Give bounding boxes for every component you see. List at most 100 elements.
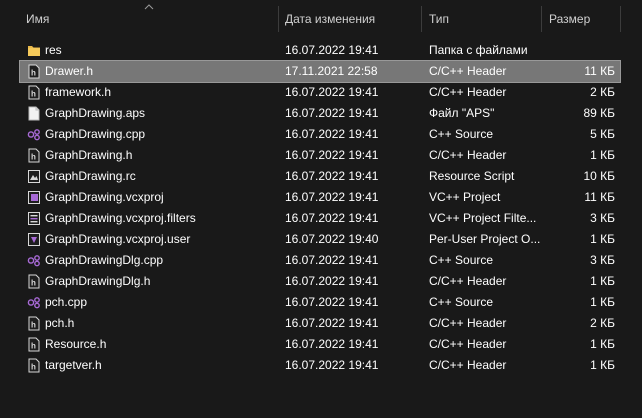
file-size: 11 КБ: [584, 190, 615, 204]
file-date-modified: 16.07.2022 19:41: [285, 106, 379, 120]
header-file-icon: h: [27, 64, 41, 79]
file-size: [544, 40, 615, 61]
file-row[interactable]: res 16.07.2022 19:41 Папка с файлами: [20, 40, 620, 61]
file-row[interactable]: GraphDrawingDlg.cpp 16.07.2022 19:41 C++ S…: [20, 250, 620, 271]
file-name: GraphDrawingDlg.h: [45, 274, 151, 288]
file-type: C/C++ Header: [429, 358, 507, 372]
file-type: C/C++ Header: [429, 64, 507, 78]
file-date-modified: 16.07.2022 19:41: [285, 43, 379, 57]
file-date-modified: 16.07.2022 19:40: [285, 232, 379, 246]
file-name: GraphDrawing.vcxproj: [45, 190, 164, 204]
file-row[interactable]: h framework.h 16.07.2022 19:41 C/C++ Header…: [20, 82, 620, 103]
file-type: VC++ Project: [429, 190, 501, 204]
file-date-modified: 16.07.2022 19:41: [285, 190, 379, 204]
file-size: 89 КБ: [583, 106, 615, 120]
column-header-name[interactable]: Имя: [20, 0, 275, 37]
file-row[interactable]: GraphDrawing.vcxproj.user 16.07.2022 19:4…: [20, 229, 620, 250]
file-size: 1 КБ: [590, 148, 615, 162]
column-header-size-label: Размер: [549, 11, 591, 26]
file-row[interactable]: h Resource.h 16.07.2022 19:41 C/C++ Header 1…: [20, 334, 620, 355]
file-size: 1 КБ: [590, 358, 615, 372]
file-type: Файл "APS": [429, 106, 495, 120]
column-header-date[interactable]: Дата изменения: [279, 0, 419, 37]
file-row[interactable]: h GraphDrawing.h 16.07.2022 19:41 C/C++ Hea…: [20, 145, 620, 166]
column-divider[interactable]: [541, 6, 542, 32]
vcxproj-icon: [27, 190, 41, 205]
file-name: GraphDrawing.rc: [45, 169, 136, 183]
file-type: VC++ Project Filte...: [429, 211, 537, 225]
file-name: pch.h: [45, 316, 75, 330]
file-row[interactable]: GraphDrawing.vcxproj.filters 16.07.2022 1…: [20, 208, 620, 229]
file-date-modified: 16.07.2022 19:41: [285, 316, 379, 330]
file-size: 1 КБ: [590, 232, 615, 246]
column-header-date-label: Дата изменения: [285, 11, 376, 26]
column-header-bar: Имя Дата изменения Тип Размер: [0, 0, 642, 37]
vcxproj-user-icon: [27, 232, 41, 247]
file-date-modified: 16.07.2022 19:41: [285, 295, 379, 309]
svg-text:h: h: [31, 342, 36, 351]
column-header-size[interactable]: Размер: [543, 0, 618, 37]
file-date-modified: 16.07.2022 19:41: [285, 358, 379, 372]
file-size: 10 КБ: [583, 169, 615, 183]
column-divider[interactable]: [421, 6, 422, 32]
file-date-modified: 17.11.2021 22:58: [285, 64, 378, 78]
file-name: GraphDrawing.h: [45, 148, 133, 162]
file-row[interactable]: GraphDrawing.rc 16.07.2022 19:41 Resource …: [20, 166, 620, 187]
file-date-modified: 16.07.2022 19:41: [285, 211, 379, 225]
file-name: Drawer.h: [45, 64, 94, 78]
file-explorer-details-view: { "columns": { "name": "Имя", "date": "Д…: [0, 0, 642, 418]
vcxproj-filters-icon: [27, 211, 41, 226]
file-type: C++ Source: [429, 127, 494, 141]
file-row-selected[interactable]: h Drawer.h 17.11.2021 22:58 C/C++ Header 11 …: [19, 60, 621, 83]
file-type: Per-User Project O...: [429, 232, 541, 246]
file-size: 3 КБ: [590, 253, 615, 267]
header-file-icon: h: [27, 358, 41, 373]
file-size: 1 КБ: [590, 274, 615, 288]
header-file-icon: h: [27, 337, 41, 352]
file-row[interactable]: h GraphDrawingDlg.h 16.07.2022 19:41 C/C++ …: [20, 271, 620, 292]
file-size: 1 КБ: [590, 295, 615, 309]
header-file-icon: h: [27, 148, 41, 163]
file-row[interactable]: GraphDrawing.cpp 16.07.2022 19:41 C++ Sour…: [20, 124, 620, 145]
file-row[interactable]: pch.cpp 16.07.2022 19:41 C++ Source 1 КБ: [20, 292, 620, 313]
column-header-type[interactable]: Тип: [423, 0, 539, 37]
file-name: Resource.h: [45, 337, 107, 351]
file-name: targetver.h: [45, 358, 102, 372]
svg-text:h: h: [31, 363, 36, 372]
svg-text:h: h: [31, 321, 36, 330]
file-type: C++ Source: [429, 253, 494, 267]
file-row[interactable]: GraphDrawing.vcxproj 16.07.2022 19:41 VC++…: [20, 187, 620, 208]
file-type: C/C++ Header: [429, 148, 507, 162]
header-file-icon: h: [27, 274, 41, 289]
cpp-source-icon: [27, 253, 41, 268]
file-type: C/C++ Header: [429, 337, 507, 351]
file-row[interactable]: h targetver.h 16.07.2022 19:41 C/C++ Header…: [20, 355, 620, 376]
column-header-name-label: Имя: [26, 11, 50, 26]
file-size: 1 КБ: [590, 337, 615, 351]
file-row[interactable]: GraphDrawing.aps 16.07.2022 19:41 Файл "AP…: [20, 103, 620, 124]
file-name: GraphDrawing.cpp: [45, 127, 146, 141]
file-date-modified: 16.07.2022 19:41: [285, 169, 379, 183]
file-date-modified: 16.07.2022 19:41: [285, 85, 379, 99]
file-type: C/C++ Header: [429, 85, 507, 99]
file-name: GraphDrawing.vcxproj.filters: [45, 211, 196, 225]
cpp-source-icon: [27, 127, 41, 142]
file-type: C/C++ Header: [429, 274, 507, 288]
file-date-modified: 16.07.2022 19:41: [285, 253, 379, 267]
file-name: GraphDrawing.aps: [45, 106, 146, 120]
file-size: 2 КБ: [590, 85, 615, 99]
file-size: 5 КБ: [590, 127, 615, 141]
file-size: 3 КБ: [590, 211, 615, 225]
column-header-type-label: Тип: [429, 11, 450, 26]
file-date-modified: 16.07.2022 19:41: [285, 127, 379, 141]
file-row[interactable]: h pch.h 16.07.2022 19:41 C/C++ Header 2 КБ: [20, 313, 620, 334]
file-name: res: [45, 43, 62, 57]
column-divider[interactable]: [620, 6, 621, 32]
file-name: framework.h: [45, 85, 112, 99]
svg-text:h: h: [31, 153, 36, 162]
file-name: GraphDrawingDlg.cpp: [45, 253, 164, 267]
blank-file-icon: [27, 106, 41, 121]
file-date-modified: 16.07.2022 19:41: [285, 337, 379, 351]
file-name: pch.cpp: [45, 295, 88, 309]
file-type: Resource Script: [429, 169, 515, 183]
